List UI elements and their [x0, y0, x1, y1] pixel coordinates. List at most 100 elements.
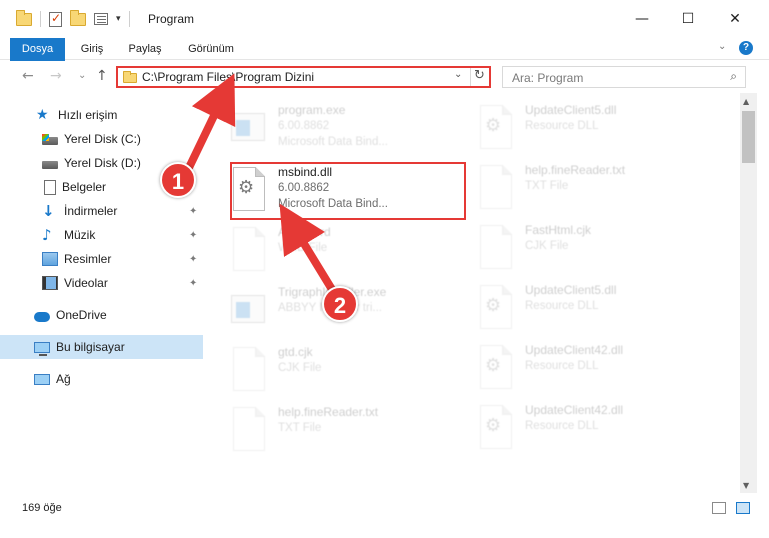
view-toggle-icon[interactable] — [94, 13, 108, 25]
file-type: CJK File — [525, 240, 569, 252]
details-view-icon[interactable] — [712, 502, 726, 514]
file-name: UpdateClient5.dll — [525, 283, 617, 297]
refresh-icon[interactable]: ↻ — [474, 68, 485, 83]
minimize-button[interactable]: — — [619, 0, 665, 38]
file-item[interactable]: gtd.cjk CJK File — [207, 339, 447, 397]
tab-home[interactable]: Giriş — [72, 38, 112, 60]
pin-icon[interactable]: ✦ — [189, 206, 197, 217]
sidebar-item-this-pc[interactable]: Bu bilgisayar — [0, 335, 203, 359]
address-divider — [470, 68, 471, 86]
expand-ribbon-icon[interactable]: ⌄ — [718, 41, 726, 52]
pin-icon[interactable]: ✦ — [189, 230, 197, 241]
help-icon[interactable]: ? — [739, 41, 753, 55]
sidebar-item-pictures[interactable]: Resimler ✦ — [0, 247, 203, 271]
generic-file-icon — [231, 347, 267, 391]
installer-icon — [231, 287, 267, 331]
file-name: UpdateClient42.dll — [525, 343, 624, 357]
ribbon-tabs: Dosya Giriş Paylaş Görünüm ⌄ ? — [0, 38, 769, 96]
item-count: 169 öğe — [22, 502, 62, 514]
sidebar-item-label: İndirmeler — [64, 204, 118, 218]
folder-icon — [16, 9, 32, 26]
file-name: Amsc.wrd — [278, 225, 331, 239]
forward-button[interactable]: → — [50, 68, 62, 84]
file-item[interactable]: ⚙ UpdateClient5.dll Resource DLL — [454, 277, 694, 335]
scroll-up-button[interactable]: ▲ — [743, 97, 749, 106]
file-item[interactable]: ⚙ UpdateClient42.dll Resource DLL — [454, 337, 694, 395]
text-file-icon — [231, 407, 267, 451]
quick-access-star-icon: ★ — [36, 107, 49, 123]
pin-icon[interactable]: ✦ — [189, 254, 197, 265]
file-name: program.exe — [278, 103, 346, 117]
generic-file-icon — [231, 227, 267, 271]
file-description: Microsoft Data Bind... — [278, 136, 388, 148]
local-disk-icon — [42, 133, 58, 145]
sidebar-item-label: Hızlı erişim — [58, 108, 118, 122]
sidebar-item-label: Belgeler — [62, 180, 107, 194]
local-disk-icon — [42, 160, 58, 169]
file-list: program.exe 6.00.8862 Microsoft Data Bin… — [207, 93, 740, 493]
status-bar: 169 öğe — [0, 496, 769, 520]
search-input[interactable]: Ara: Program ⌕ — [502, 66, 746, 88]
recent-locations-dropdown[interactable]: ⌄ — [78, 70, 86, 81]
file-item[interactable]: Amsc.wrd WRD File — [207, 219, 447, 277]
file-item[interactable]: program.exe 6.00.8862 Microsoft Data Bin… — [207, 97, 447, 155]
sidebar-item-label: Bu bilgisayar — [56, 340, 125, 354]
pictures-icon — [42, 252, 58, 266]
sidebar-item-onedrive[interactable]: OneDrive — [0, 303, 203, 327]
step-2-badge: 2 — [322, 286, 358, 322]
tab-view[interactable]: Görünüm — [180, 38, 242, 60]
customize-toolbar-dropdown[interactable]: ▾ — [116, 14, 121, 24]
sidebar-item-network[interactable]: Ağ — [0, 367, 203, 391]
music-icon: ♪ — [42, 226, 52, 244]
window-title: Program — [148, 12, 195, 26]
application-icon — [231, 105, 267, 149]
dll-gear-icon: ⚙ — [478, 105, 514, 149]
tab-share[interactable]: Paylaş — [122, 38, 168, 60]
file-item[interactable]: help.fineReader.txt TXT File — [454, 157, 694, 215]
step-1-badge: 1 — [160, 162, 196, 198]
file-type: Resource DLL — [525, 420, 599, 432]
maximize-button[interactable]: ☐ — [665, 0, 711, 38]
sidebar-item-downloads[interactable]: ↓ İndirmeler ✦ — [0, 199, 203, 223]
file-name: help.fineReader.txt — [525, 163, 626, 177]
file-item[interactable]: help.fineReader.txt TXT File — [207, 399, 447, 457]
up-button[interactable]: ↑ — [96, 68, 108, 84]
back-button[interactable]: ← — [22, 68, 34, 84]
address-dropdown-icon[interactable]: ⌄ — [454, 69, 462, 80]
scroll-down-button[interactable]: ▼ — [743, 481, 749, 490]
address-bar[interactable]: C:\Program Files\Program Dizini ⌄ ↻ — [116, 66, 491, 88]
search-icon[interactable]: ⌕ — [730, 69, 737, 84]
pin-icon[interactable]: ✦ — [189, 278, 197, 289]
close-button[interactable]: ✕ — [712, 0, 758, 38]
sidebar-item-quick-access[interactable]: ★ Hızlı erişim — [0, 103, 203, 127]
properties-icon[interactable] — [49, 11, 62, 27]
file-type: Resource DLL — [525, 300, 599, 312]
dll-gear-icon: ⚙ — [478, 285, 514, 329]
sidebar-item-label: OneDrive — [56, 308, 107, 322]
file-item[interactable]: ⚙ UpdateClient42.dll Resource DLL — [454, 397, 694, 455]
this-pc-icon — [34, 341, 50, 356]
dll-gear-icon: ⚙ — [478, 405, 514, 449]
vertical-scrollbar[interactable]: ▲ ▼ — [740, 93, 757, 493]
documents-icon — [44, 179, 56, 195]
file-item[interactable]: ⚙ UpdateClient5.dll Resource DLL — [454, 97, 694, 155]
sidebar-item-videos[interactable]: Videolar ✦ — [0, 271, 203, 295]
toolbar-divider — [128, 11, 130, 27]
sidebar-item-label: Ağ — [56, 372, 71, 386]
sidebar-item-label: Videolar — [64, 276, 108, 290]
sidebar-item-label: Müzik — [64, 228, 96, 242]
sidebar-item-label: Resimler — [64, 252, 112, 266]
file-type: CJK File — [278, 362, 322, 374]
navigation-pane: ★ Hızlı erişim Yerel Disk (C:) Yerel Dis… — [0, 93, 207, 493]
scroll-thumb[interactable] — [742, 111, 755, 163]
address-path[interactable]: C:\Program Files\Program Dizini — [142, 70, 314, 84]
file-item[interactable]: FastHtml.cjk CJK File — [454, 217, 694, 275]
new-folder-icon[interactable] — [70, 9, 86, 26]
downloads-icon: ↓ — [42, 202, 55, 220]
sidebar-item-local-disk-c[interactable]: Yerel Disk (C:) — [0, 127, 203, 151]
file-type: WRD File — [278, 242, 328, 254]
file-name: help.fineReader.txt — [278, 405, 379, 419]
sidebar-item-music[interactable]: ♪ Müzik ✦ — [0, 223, 203, 247]
folder-icon — [123, 71, 137, 83]
tiles-view-icon[interactable] — [736, 502, 750, 514]
